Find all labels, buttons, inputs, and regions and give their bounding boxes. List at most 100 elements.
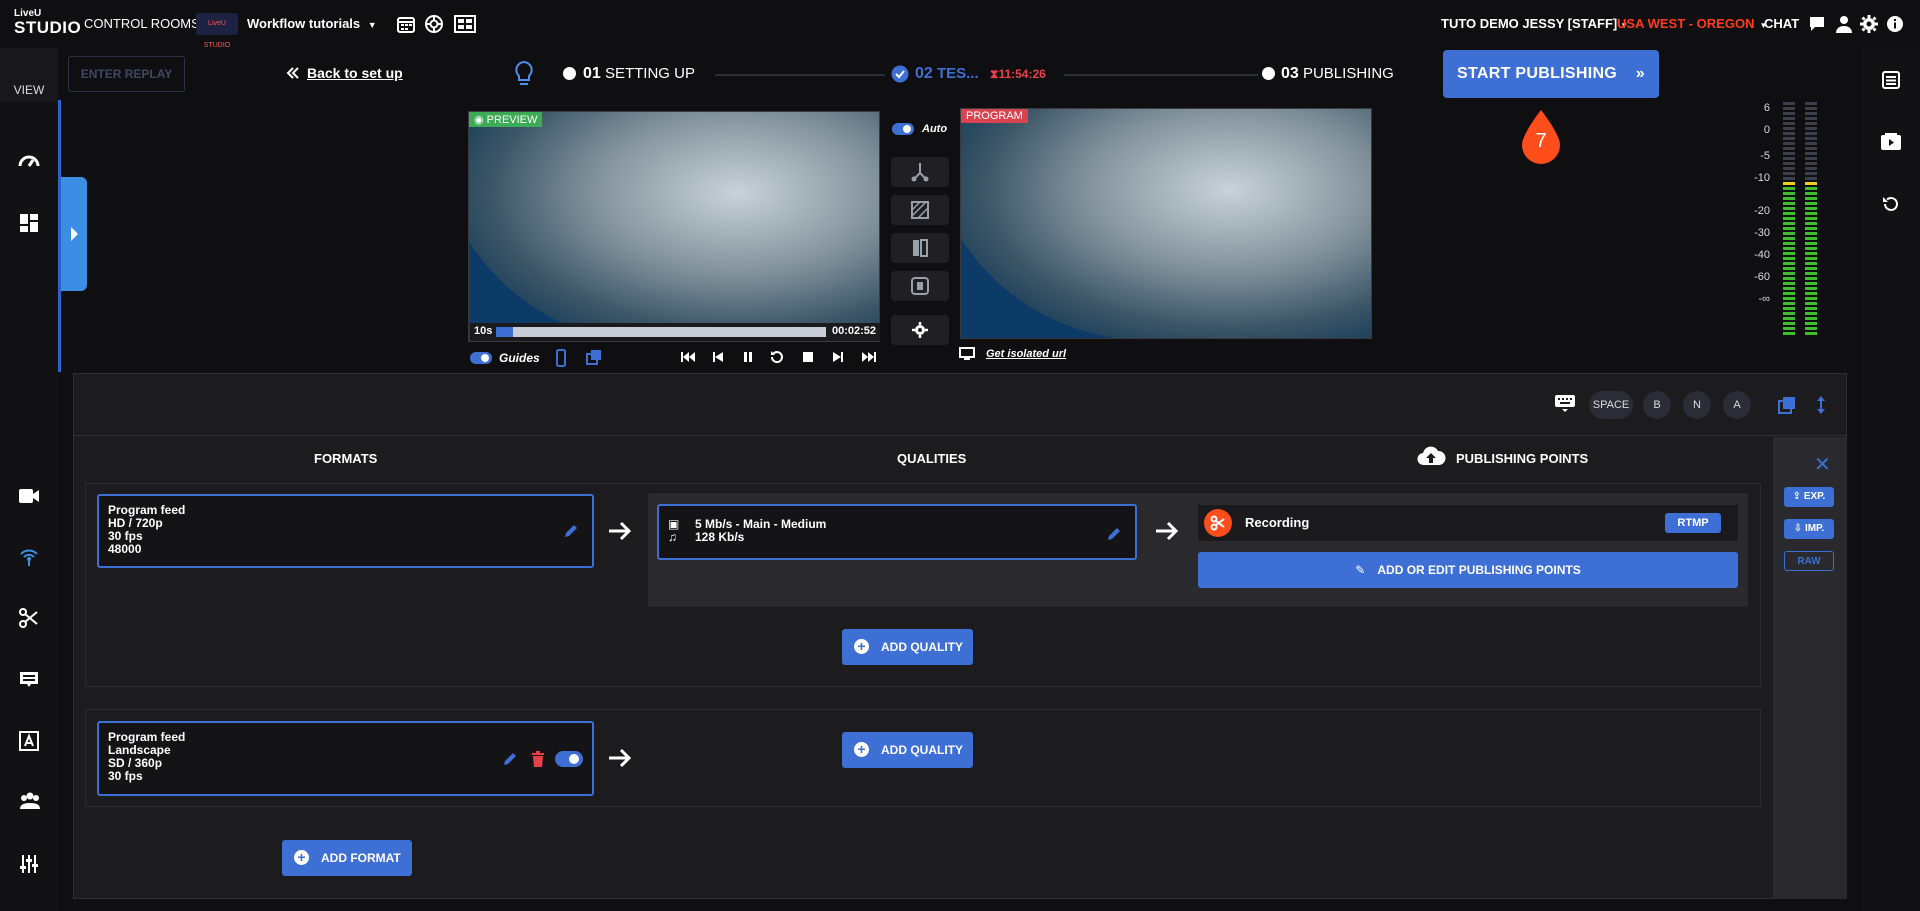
replay-icon[interactable] — [769, 349, 785, 365]
settings-gear-icon[interactable] — [1859, 14, 1879, 34]
vu-scale-label: -60 — [1754, 271, 1770, 283]
vu-segment — [1805, 112, 1817, 115]
sliders-icon[interactable] — [17, 852, 41, 876]
previous-frame-icon[interactable] — [711, 350, 725, 364]
user-menu[interactable]: TUTO DEMO JESSY [STAFF] ▼ — [1441, 16, 1628, 31]
wipe-transition-button[interactable] — [891, 233, 949, 263]
trash-icon[interactable] — [530, 750, 546, 768]
skip-to-end-icon[interactable] — [861, 350, 877, 364]
users-icon[interactable] — [17, 789, 41, 813]
publishing-point-item[interactable]: Recording RTMP — [1198, 505, 1738, 541]
step-publishing[interactable]: 03 PUBLISHING — [1281, 65, 1394, 83]
vu-segment — [1805, 332, 1817, 335]
step2-label: TES... — [936, 65, 979, 82]
info-icon[interactable] — [1885, 14, 1905, 34]
format-title: Program feed — [108, 730, 186, 744]
format-enable-toggle[interactable] — [555, 751, 583, 767]
cut-icon — [911, 163, 929, 182]
add-quality-button-1[interactable]: + ADD QUALITY — [842, 629, 973, 665]
double-chevron-right-icon: » — [1635, 65, 1645, 82]
liveu-studio-logo[interactable]: LiveU STUDIO — [14, 9, 81, 39]
cut-transition-button[interactable] — [891, 157, 949, 187]
program-monitor[interactable]: PROGRAM — [960, 108, 1372, 339]
mobile-view-icon[interactable] — [555, 349, 567, 367]
edit-pencil-icon[interactable] — [1106, 526, 1122, 542]
lightbulb-icon[interactable] — [514, 60, 534, 88]
user-name: TUTO DEMO JESSY [STAFF] — [1441, 16, 1618, 31]
next-frame-icon[interactable] — [831, 350, 845, 364]
edit-pencil-icon[interactable] — [563, 523, 579, 539]
camera-icon[interactable] — [17, 484, 41, 508]
skip-to-start-icon[interactable] — [680, 350, 696, 364]
resize-vertical-icon[interactable] — [1815, 395, 1827, 415]
subtitles-icon[interactable] — [17, 668, 41, 692]
format-title: Program feed — [108, 503, 186, 517]
rundown-list-icon[interactable] — [1881, 70, 1901, 90]
vu-segment — [1783, 232, 1795, 235]
expand-panel-tab[interactable] — [61, 177, 87, 291]
help-lifebuoy-icon[interactable] — [424, 14, 444, 34]
layout-icon[interactable] — [17, 211, 41, 235]
import-button[interactable]: ⇩ IMP. — [1784, 519, 1834, 539]
mix-transition-button[interactable] — [891, 195, 949, 225]
keyboard-icon[interactable] — [1554, 393, 1576, 413]
add-quality-button-2[interactable]: + ADD QUALITY — [842, 732, 973, 768]
chat-label[interactable]: CHAT — [1764, 16, 1799, 31]
export-button[interactable]: ⇪ EXP. — [1784, 487, 1834, 507]
multiview-icon[interactable] — [454, 14, 476, 34]
import-icon: ⇩ — [1793, 523, 1803, 534]
control-rooms-link[interactable]: CONTROL ROOMS — [84, 16, 200, 31]
workflow-dropdown[interactable]: Workflow tutorials ▼ — [247, 16, 377, 31]
auto-toggle[interactable] — [892, 123, 914, 135]
arrow-right-icon — [1156, 521, 1179, 541]
preview-scrubber[interactable]: 10s 00:02:52 — [470, 323, 880, 341]
text-icon[interactable] — [17, 729, 41, 753]
scissors-icon[interactable] — [17, 606, 41, 630]
quality-card-1[interactable]: ▣ 5 Mb/s - Main - Medium ♫ 128 Kb/s — [657, 504, 1137, 560]
format-card-1[interactable]: Program feed HD / 720p 30 fps 48000 — [97, 494, 594, 568]
preview-monitor[interactable]: ◉ PREVIEW — [468, 111, 880, 342]
scrub-track[interactable] — [496, 327, 826, 337]
user-icon[interactable] — [1834, 14, 1854, 34]
transition-settings-button[interactable] — [891, 315, 949, 345]
vu-segment — [1783, 257, 1795, 260]
vu-scale-label: -20 — [1754, 205, 1770, 217]
chat-bubble-icon[interactable] — [1807, 14, 1827, 34]
close-x-icon[interactable]: ✕ — [1814, 452, 1831, 477]
quality-video: 5 Mb/s - Main - Medium — [695, 517, 827, 531]
plus-circle-icon: + — [854, 639, 869, 654]
back-to-setup-link[interactable]: Back to set up — [307, 65, 403, 81]
dashboard-icon[interactable] — [17, 149, 41, 173]
format-card-2[interactable]: Program feed Landscape SD / 360p 30 fps — [97, 721, 594, 796]
shortcut-b[interactable]: B — [1643, 391, 1671, 419]
shortcut-n[interactable]: N — [1683, 391, 1711, 419]
isolated-url-link[interactable]: Get isolated url — [986, 348, 1066, 360]
shortcut-a[interactable]: A — [1723, 391, 1751, 419]
view-tab[interactable]: VIEW — [0, 48, 58, 102]
stop-icon[interactable] — [801, 350, 815, 364]
history-undo-icon[interactable] — [1881, 194, 1901, 214]
add-format-button[interactable]: + ADD FORMAT — [282, 840, 412, 876]
vu-segment — [1783, 127, 1795, 130]
step-testing[interactable]: 02 TES... — [915, 65, 979, 83]
region-menu[interactable]: USA WEST - OREGON ▼ — [1617, 16, 1767, 31]
edit-pencil-icon[interactable] — [502, 751, 518, 767]
calendar-icon[interactable] — [396, 14, 416, 34]
start-publishing-button[interactable]: START PUBLISHING » — [1443, 50, 1659, 98]
vu-segment — [1805, 317, 1817, 320]
raw-button[interactable]: RAW — [1784, 551, 1834, 571]
step-setting-up[interactable]: 01 SETTING UP — [583, 65, 695, 83]
stinger-transition-button[interactable] — [891, 271, 949, 301]
popout-copy-icon[interactable] — [1778, 396, 1796, 414]
copy-layers-icon[interactable] — [586, 349, 602, 365]
vu-segment — [1783, 312, 1795, 315]
media-player-icon[interactable] — [1880, 132, 1902, 152]
shortcut-space[interactable]: SPACE — [1589, 391, 1633, 419]
guides-toggle[interactable] — [470, 352, 492, 364]
antenna-icon[interactable] — [17, 544, 41, 568]
enter-replay-button[interactable]: ENTER REPLAY — [68, 56, 185, 92]
vu-segment — [1783, 207, 1795, 210]
add-edit-publishing-points-button[interactable]: ✎ ADD OR EDIT PUBLISHING POINTS — [1198, 552, 1738, 588]
pause-icon[interactable] — [741, 350, 755, 364]
gear-icon — [912, 322, 928, 338]
